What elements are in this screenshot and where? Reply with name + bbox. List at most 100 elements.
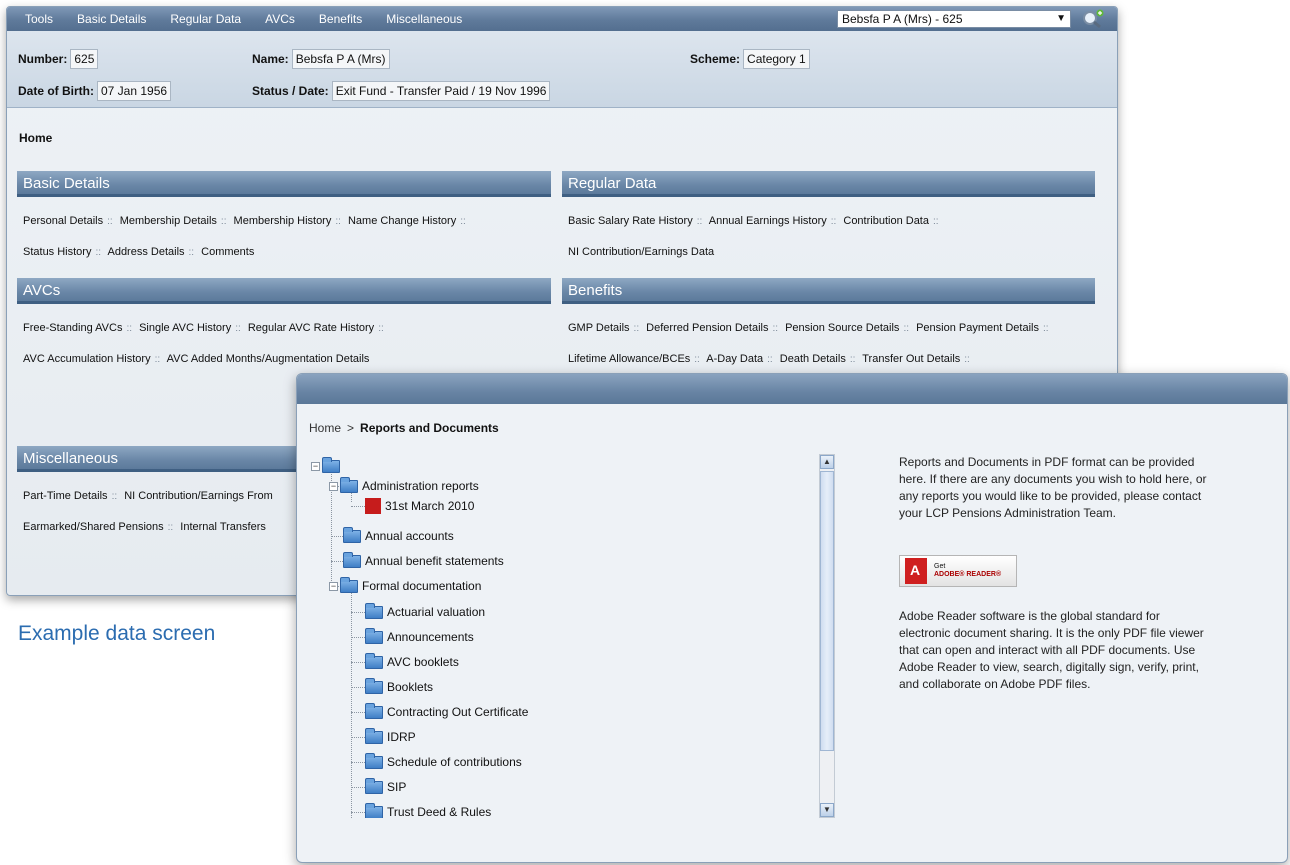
tree-item-trust-deed-rules[interactable]: Trust Deed & Rules bbox=[365, 802, 491, 818]
avcs-links: Free-Standing AVCs:: Single AVC History:… bbox=[23, 322, 384, 365]
link-pension-payment-details[interactable]: Pension Payment Details bbox=[916, 322, 1039, 334]
scroll-down-icon[interactable]: ▼ bbox=[820, 803, 834, 817]
link-avc-added-months[interactable]: AVC Added Months/Augmentation Details bbox=[167, 353, 370, 365]
page-title: Home bbox=[19, 131, 53, 145]
link-annual-earnings-history[interactable]: Annual Earnings History bbox=[709, 215, 827, 227]
folder-icon bbox=[365, 702, 383, 719]
tree-label: 31st March 2010 bbox=[385, 499, 475, 513]
link-gmp-details[interactable]: GMP Details bbox=[568, 322, 630, 334]
adobe-button-text: Get ADOBE® READER® bbox=[934, 563, 1001, 579]
tree-scrollbar[interactable]: ▲ ▼ bbox=[819, 454, 835, 818]
folder-icon bbox=[365, 777, 383, 794]
dropdown-arrow-icon[interactable]: ▼ bbox=[1056, 11, 1066, 27]
menu-tools[interactable]: Tools bbox=[7, 12, 65, 26]
scheme-label: Scheme: bbox=[690, 52, 741, 66]
link-internal-transfers[interactable]: Internal Transfers bbox=[180, 521, 266, 533]
dob-field: Date of Birth: 07 Jan 1956 bbox=[18, 81, 172, 101]
section-avcs: AVCs bbox=[17, 278, 551, 304]
link-death-details[interactable]: Death Details bbox=[780, 353, 846, 365]
scheme-value: Category 1 bbox=[743, 49, 810, 69]
tree-label: Announcements bbox=[387, 630, 474, 644]
link-membership-details[interactable]: Membership Details bbox=[120, 215, 217, 227]
link-name-change-history[interactable]: Name Change History bbox=[348, 215, 456, 227]
get-adobe-reader-button[interactable]: Get ADOBE® READER® bbox=[899, 555, 1017, 587]
name-field: Name: Bebsfa P A (Mrs) bbox=[252, 49, 390, 69]
section-regular-data: Regular Data bbox=[562, 171, 1095, 197]
folder-icon bbox=[365, 752, 383, 769]
link-pension-source-details[interactable]: Pension Source Details bbox=[785, 322, 899, 334]
link-a-day-data[interactable]: A-Day Data bbox=[706, 353, 763, 365]
collapse-icon[interactable]: − bbox=[311, 461, 320, 471]
folder-icon bbox=[365, 602, 383, 619]
member-header: Number: 625 Name: Bebsfa P A (Mrs) Schem… bbox=[7, 31, 1117, 108]
adobe-reader-label: ADOBE® READER® bbox=[934, 571, 1002, 578]
link-status-history[interactable]: Status History bbox=[23, 246, 91, 258]
link-lifetime-allowance[interactable]: Lifetime Allowance/BCEs bbox=[568, 353, 690, 365]
link-comments[interactable]: Comments bbox=[201, 246, 254, 258]
tree-item-schedule-of-contributions[interactable]: Schedule of contributions bbox=[365, 752, 522, 772]
tree-item-admin-reports[interactable]: − Administration reports bbox=[329, 476, 479, 496]
menu-regular-data[interactable]: Regular Data bbox=[158, 12, 253, 26]
tree-item-booklets[interactable]: Booklets bbox=[365, 677, 433, 697]
status-label: Status / Date: bbox=[252, 84, 329, 98]
info-text: Reports and Documents in PDF format can … bbox=[899, 455, 1207, 520]
link-free-standing-avcs[interactable]: Free-Standing AVCs bbox=[23, 322, 122, 334]
link-ni-contribution-earnings-from[interactable]: NI Contribution/Earnings From bbox=[124, 490, 273, 502]
link-basic-salary-rate-history[interactable]: Basic Salary Rate History bbox=[568, 215, 693, 227]
menu-basic-details[interactable]: Basic Details bbox=[65, 12, 158, 26]
link-part-time-details[interactable]: Part-Time Details bbox=[23, 490, 108, 502]
tree-item-annual-accounts[interactable]: Annual accounts bbox=[343, 526, 454, 546]
member-select[interactable]: Bebsfa P A (Mrs) - 625 ▼ bbox=[837, 10, 1071, 28]
adobe-info-text: Adobe Reader software is the global stan… bbox=[899, 609, 1204, 691]
link-contribution-data[interactable]: Contribution Data bbox=[843, 215, 929, 227]
link-ni-contribution-data[interactable]: NI Contribution/Earnings Data bbox=[568, 246, 714, 258]
breadcrumb-home[interactable]: Home bbox=[309, 421, 341, 435]
tree-item-annual-benefit-statements[interactable]: Annual benefit statements bbox=[343, 551, 504, 571]
regular-data-links: Basic Salary Rate History:: Annual Earni… bbox=[568, 215, 939, 258]
tree-item-idrp[interactable]: IDRP bbox=[365, 727, 416, 747]
collapse-icon[interactable]: − bbox=[329, 481, 338, 491]
section-basic-details: Basic Details bbox=[17, 171, 551, 197]
folder-icon bbox=[322, 456, 340, 473]
member-select-value: Bebsfa P A (Mrs) - 625 bbox=[842, 12, 963, 26]
link-transfer-out-details[interactable]: Transfer Out Details bbox=[862, 353, 960, 365]
dob-value: 07 Jan 1956 bbox=[97, 81, 172, 101]
collapse-icon[interactable]: − bbox=[329, 581, 338, 591]
tree-item-sip[interactable]: SIP bbox=[365, 777, 406, 797]
scroll-up-icon[interactable]: ▲ bbox=[820, 455, 834, 469]
menu-avcs[interactable]: AVCs bbox=[253, 12, 307, 26]
adobe-get-label: Get bbox=[934, 563, 946, 570]
link-membership-history[interactable]: Membership History bbox=[234, 215, 332, 227]
folder-icon bbox=[343, 551, 361, 568]
menu-benefits[interactable]: Benefits bbox=[307, 12, 374, 26]
scrollbar-thumb[interactable] bbox=[820, 471, 834, 751]
link-single-avc-history[interactable]: Single AVC History bbox=[139, 322, 231, 334]
tree-label: Formal documentation bbox=[362, 579, 482, 593]
search-person-icon[interactable] bbox=[1081, 9, 1105, 29]
folder-icon bbox=[365, 677, 383, 694]
link-deferred-pension-details[interactable]: Deferred Pension Details bbox=[646, 322, 768, 334]
tree-item-contracting-out-certificate[interactable]: Contracting Out Certificate bbox=[365, 702, 528, 722]
folder-icon bbox=[365, 627, 383, 644]
status-field: Status / Date: Exit Fund - Transfer Paid… bbox=[252, 81, 551, 101]
breadcrumb-separator: > bbox=[347, 421, 355, 435]
tree-label: Contracting Out Certificate bbox=[387, 705, 529, 719]
link-earmarked-shared-pensions[interactable]: Earmarked/Shared Pensions bbox=[23, 521, 164, 533]
window-title-bar bbox=[297, 374, 1287, 404]
link-personal-details[interactable]: Personal Details bbox=[23, 215, 103, 227]
number-value: 625 bbox=[70, 49, 99, 69]
folder-icon bbox=[340, 576, 358, 593]
link-regular-avc-rate-history[interactable]: Regular AVC Rate History bbox=[248, 322, 374, 334]
document-tree: − − Administration reports 31st March 20… bbox=[311, 456, 811, 818]
tree-root[interactable]: − bbox=[311, 456, 344, 476]
tree-item-31st-march-2010[interactable]: 31st March 2010 bbox=[365, 496, 474, 516]
tree-item-avc-booklets[interactable]: AVC booklets bbox=[365, 652, 459, 672]
link-avc-accumulation-history[interactable]: AVC Accumulation History bbox=[23, 353, 151, 365]
miscellaneous-links: Part-Time Details:: NI Contribution/Earn… bbox=[23, 490, 273, 533]
folder-icon bbox=[340, 476, 358, 493]
tree-item-announcements[interactable]: Announcements bbox=[365, 627, 474, 647]
tree-item-formal-documentation[interactable]: − Formal documentation bbox=[329, 576, 481, 596]
link-address-details[interactable]: Address Details bbox=[107, 246, 184, 258]
tree-item-actuarial-valuation[interactable]: Actuarial valuation bbox=[365, 602, 485, 622]
menu-miscellaneous[interactable]: Miscellaneous bbox=[374, 12, 474, 26]
